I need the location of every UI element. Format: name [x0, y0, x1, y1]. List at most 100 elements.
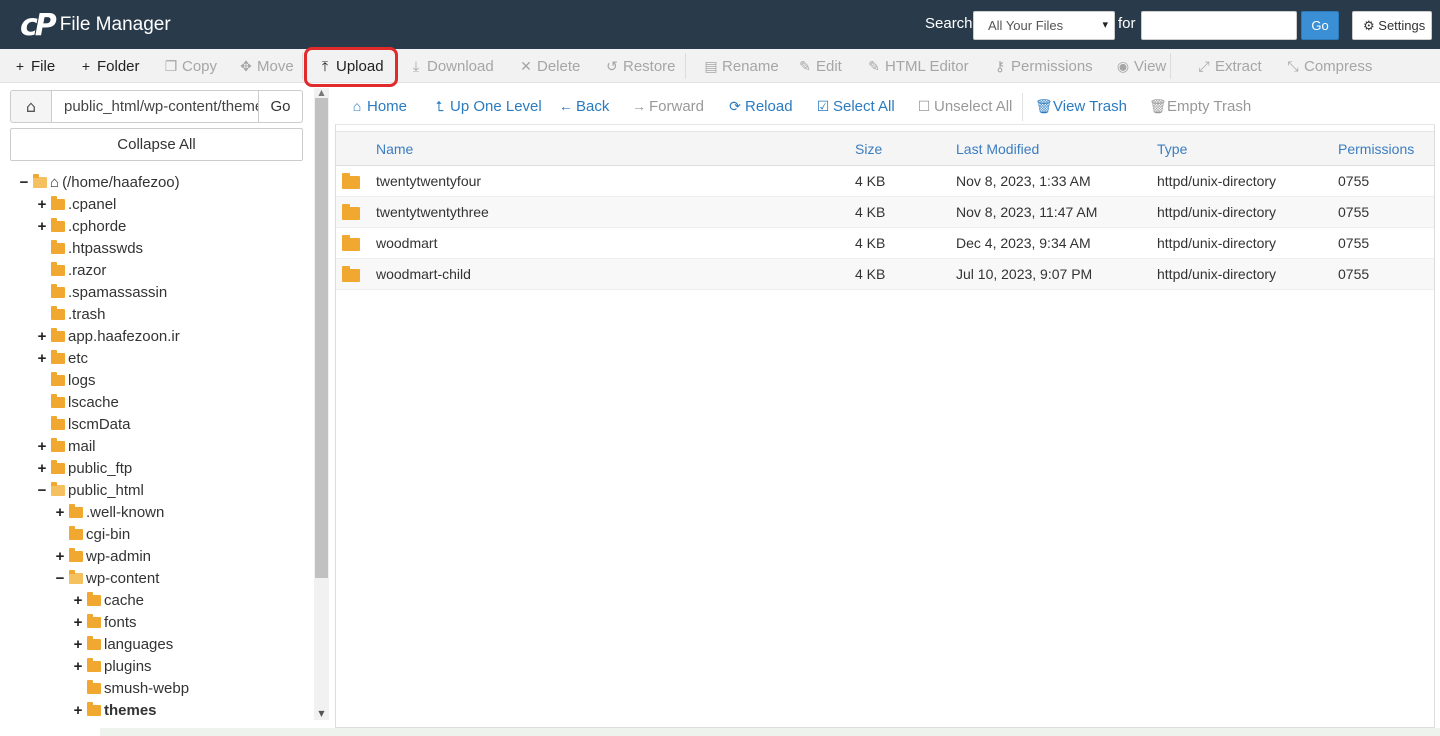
column-header-name[interactable]: Name [376, 132, 413, 166]
new-file-icon: + [15, 58, 25, 74]
tree-item[interactable]: − ⌂ (/home/haafezoo) [18, 172, 180, 194]
toolbar-separator [1170, 53, 1171, 79]
scroll-down-icon[interactable]: ▼ [314, 708, 329, 720]
cpanel-logo[interactable]: cP File Manager [20, 8, 171, 43]
table-row[interactable]: twentytwentyfour 4 KB Nov 8, 2023, 1:33 AM… [336, 166, 1434, 197]
delete-button[interactable]: ✕ Delete [518, 49, 580, 83]
move-button[interactable]: ✥ Move [238, 49, 294, 83]
tree-item[interactable]: + etc [36, 348, 88, 370]
new-folder-button[interactable]: + Folder [78, 49, 140, 83]
rename-label: Rename [722, 58, 779, 75]
search-input[interactable] [1141, 11, 1297, 40]
search-scope-select[interactable]: All Your Files ▾ [973, 11, 1115, 40]
scroll-thumb[interactable] [315, 98, 328, 578]
nav-forward-button[interactable]: → Forward [631, 88, 704, 125]
expand-icon[interactable]: + [36, 194, 48, 216]
copy-button[interactable]: ❐ Copy [163, 49, 217, 83]
path-go-button[interactable]: Go [258, 90, 303, 123]
tree-scrollbar[interactable]: ▲ ▼ [314, 88, 329, 720]
expand-icon[interactable]: + [72, 612, 84, 634]
nav-home-button[interactable]: ⌂ Home [349, 88, 407, 125]
tree-item-label: themes [104, 702, 157, 719]
extract-button[interactable]: ⤢ Extract [1196, 49, 1261, 83]
expand-icon[interactable]: + [54, 546, 66, 568]
expand-icon[interactable]: + [36, 348, 48, 370]
tree-item[interactable]: cgi-bin [54, 524, 130, 546]
tree-item[interactable]: + mail [36, 436, 96, 458]
tree-item[interactable]: smush-webp [72, 678, 189, 700]
nav-up-one-level-button[interactable]: ⮤ Up One Level [432, 88, 542, 125]
collapse-icon[interactable]: − [18, 172, 30, 194]
tree-item[interactable]: + themes [72, 700, 157, 720]
expand-icon[interactable]: + [36, 436, 48, 458]
tree-item[interactable]: + .cpanel [36, 194, 116, 216]
search-go-button[interactable]: Go [1301, 11, 1339, 40]
compress-button[interactable]: ⤡ Compress [1285, 49, 1372, 83]
collapse-icon[interactable]: − [36, 480, 48, 502]
nav-select-all-button[interactable]: ☑ Select All [815, 88, 895, 125]
column-header-size[interactable]: Size [855, 132, 882, 166]
view-button[interactable]: ◉ View [1115, 49, 1166, 83]
folder-icon [51, 437, 65, 452]
expand-icon[interactable]: + [36, 326, 48, 348]
html-editor-button[interactable]: ✎ HTML Editor [866, 49, 969, 83]
tree-item[interactable]: lscache [36, 392, 119, 414]
cell-permissions: 0755 [1338, 235, 1370, 251]
nav-back-button[interactable]: ← Back [558, 88, 609, 125]
table-row[interactable]: woodmart 4 KB Dec 4, 2023, 9:34 AM httpd/un… [336, 228, 1434, 259]
expand-icon[interactable]: + [72, 634, 84, 656]
expand-icon[interactable]: + [54, 502, 66, 524]
expand-icon[interactable]: + [36, 458, 48, 480]
edit-button[interactable]: ✎ Edit [797, 49, 842, 83]
html-editor-label: HTML Editor [885, 58, 969, 75]
forward-icon: → [632, 98, 646, 114]
download-button[interactable]: ⤓ Download [408, 49, 494, 83]
collapse-all-button[interactable]: Collapse All [10, 128, 303, 161]
tree-item[interactable]: .htpasswds [36, 238, 143, 260]
tree-item[interactable]: + languages [72, 634, 173, 656]
nav-home-label: Home [367, 98, 408, 115]
new-file-button[interactable]: + File [12, 49, 55, 83]
table-row[interactable]: woodmart-child 4 KB Jul 10, 2023, 9:07 PM h… [336, 259, 1434, 290]
column-header-last-modified[interactable]: Last Modified [956, 132, 1039, 166]
view-trash-icon: 🗑 [1035, 98, 1053, 114]
tree-item-label: .well-known [86, 504, 165, 521]
collapse-icon[interactable]: − [54, 568, 66, 590]
expand-icon[interactable]: + [72, 590, 84, 612]
nav-view-trash-button[interactable]: 🗑View Trash [1035, 88, 1127, 125]
tree-item[interactable]: + .well-known [54, 502, 164, 524]
nav-unselect-all-button[interactable]: ☐ Unselect All [916, 88, 1013, 125]
scroll-up-icon[interactable]: ▲ [314, 88, 329, 98]
nav-separator [1022, 93, 1023, 121]
rename-button[interactable]: ▤ Rename [703, 49, 779, 83]
path-input[interactable]: public_html/wp-content/themes [51, 90, 259, 123]
expand-icon[interactable]: + [72, 656, 84, 678]
nav-empty-trash-button[interactable]: 🗑Empty Trash [1149, 88, 1251, 125]
cell-type: httpd/unix-directory [1157, 204, 1277, 220]
tree-item[interactable]: + public_ftp [36, 458, 132, 480]
table-row[interactable]: twentytwentythree 4 KB Nov 8, 2023, 11:47 … [336, 197, 1434, 228]
tree-item[interactable]: + fonts [72, 612, 137, 634]
tree-item[interactable]: + cache [72, 590, 144, 612]
tree-item[interactable]: − wp-content [54, 568, 159, 590]
tree-item[interactable]: − public_html [36, 480, 144, 502]
tree-home-button[interactable]: ⌂ [10, 90, 52, 123]
settings-button[interactable]: ⚙ Settings [1352, 11, 1432, 40]
column-header-type[interactable]: Type [1157, 132, 1187, 166]
tree-item[interactable]: .spamassassin [36, 282, 167, 304]
tree-item[interactable]: .trash [36, 304, 106, 326]
tree-item[interactable]: .razor [36, 260, 106, 282]
tree-item[interactable]: logs [36, 370, 96, 392]
column-header-permissions[interactable]: Permissions [1338, 132, 1414, 166]
tree-item[interactable]: + app.haafezoon.ir [36, 326, 180, 348]
nav-reload-button[interactable]: ⟳ Reload [727, 88, 792, 125]
empty-trash-icon: 🗑 [1149, 98, 1167, 114]
expand-icon[interactable]: + [72, 700, 84, 720]
expand-icon[interactable]: + [36, 216, 48, 238]
restore-button[interactable]: ↺ Restore [604, 49, 675, 83]
permissions-button[interactable]: ⚷ Permissions [992, 49, 1093, 83]
tree-item[interactable]: lscmData [36, 414, 131, 436]
tree-item[interactable]: + plugins [72, 656, 152, 678]
tree-item[interactable]: + .cphorde [36, 216, 126, 238]
tree-item[interactable]: + wp-admin [54, 546, 151, 568]
